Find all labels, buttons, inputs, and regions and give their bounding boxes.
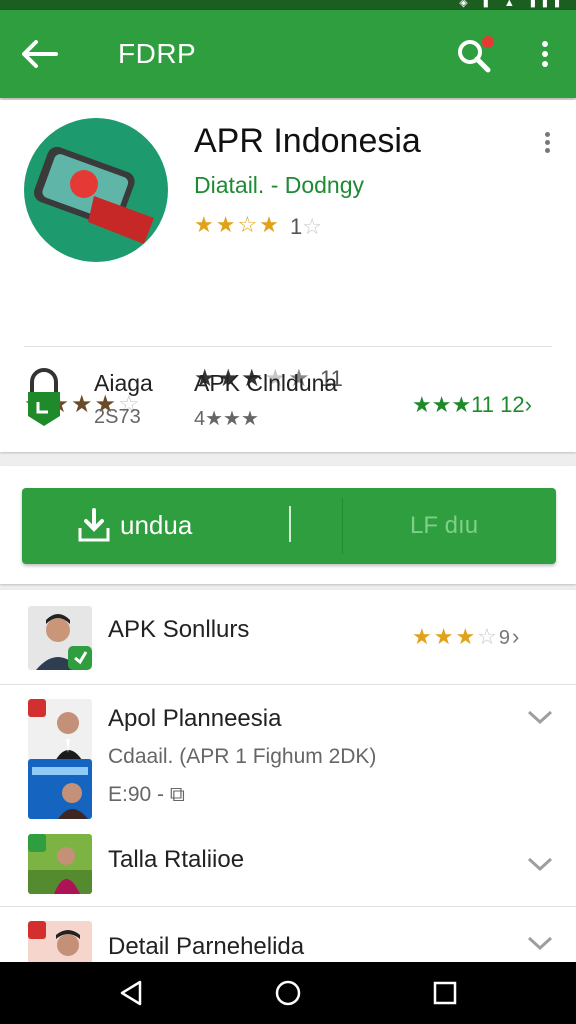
info-label-2: APK Clnlduna (194, 370, 338, 396)
rating-stars-top: ★★☆★ (194, 212, 281, 237)
rating-count-top: 1☆ (290, 214, 322, 239)
back-triangle-icon[interactable] (116, 978, 146, 1008)
info-label-1: Aiaga (94, 370, 153, 396)
thumbnail-image (28, 834, 92, 894)
install-button[interactable]: undua LF dıu (22, 488, 556, 564)
system-nav-bar (0, 962, 576, 1024)
lock-icon (24, 368, 64, 428)
info-rating[interactable]: ★★★11 12› (412, 392, 532, 418)
search-button[interactable] (454, 34, 498, 78)
app-header-card: APR Indonesia Diatail. - Dodngy ★★☆★ 1☆ … (0, 100, 576, 452)
avatar (28, 699, 92, 763)
back-button[interactable] (20, 36, 60, 72)
arrow-left-icon (22, 40, 58, 68)
install-label: undua (120, 510, 193, 540)
phone-app-icon (34, 146, 154, 244)
thumbnail-image (28, 759, 92, 819)
list-item[interactable]: Apol Planneesia Cdaail. (APR 1 Fighum 2D… (0, 685, 576, 825)
search-icon (458, 36, 494, 73)
app-overflow-button[interactable] (540, 130, 554, 158)
list-item[interactable]: Talla Rtaliioe (0, 826, 576, 906)
avatar (28, 606, 92, 670)
list-item-title: Apol Planneesia (108, 705, 282, 732)
home-circle-icon[interactable] (273, 978, 303, 1008)
more-vert-icon (542, 41, 548, 47)
divider (24, 346, 552, 347)
more-options-button[interactable] (532, 38, 558, 72)
list-item-title: Talla Rtaliioe (108, 846, 245, 873)
avatar (28, 921, 92, 962)
list-item-price: E:90 - ⧉ (108, 783, 185, 806)
info-sub-1: 2S73 (94, 406, 141, 428)
related-apps-card: APK Sonllurs ★★★☆9› Apol Planneesia Cdaa… (0, 590, 576, 962)
list-item-subtitle: Cdaail. (APR 1 Fighum 2DK) (108, 745, 377, 768)
chevron-down-icon[interactable] (526, 933, 554, 953)
list-item[interactable]: APK Sonllurs ★★★☆9› (0, 590, 576, 684)
list-item-title: Detail Parnehelida (108, 933, 305, 960)
list-item-rating: ★★★☆9› (412, 624, 522, 649)
download-icon (78, 508, 110, 542)
app-bar: FDRP (0, 10, 576, 98)
button-separator (289, 506, 291, 542)
info-sub-2: 4★★★ (194, 408, 259, 430)
status-bar: ◈ ▮ ▲ ▮▮▮ (0, 0, 576, 10)
install-card: undua LF dıu (0, 466, 576, 584)
status-icons: ◈ ▮ ▲ ▮▮▮ (459, 0, 566, 9)
list-item-title: APK Sonllurs (108, 616, 250, 643)
install-secondary-label[interactable]: LF dıu (410, 512, 478, 540)
app-developer[interactable]: Diatail. - Dodngy (194, 172, 364, 199)
list-item[interactable]: Detail Parnehelida (0, 907, 576, 962)
chevron-down-icon[interactable] (526, 707, 554, 727)
recents-square-icon[interactable] (430, 978, 460, 1008)
app-bar-title: FDRP (118, 38, 197, 69)
more-vert-icon (544, 132, 550, 137)
app-name: APR Indonesia (194, 122, 421, 160)
app-logo (24, 118, 168, 262)
chevron-down-icon[interactable] (526, 854, 554, 874)
button-separator (342, 498, 343, 554)
